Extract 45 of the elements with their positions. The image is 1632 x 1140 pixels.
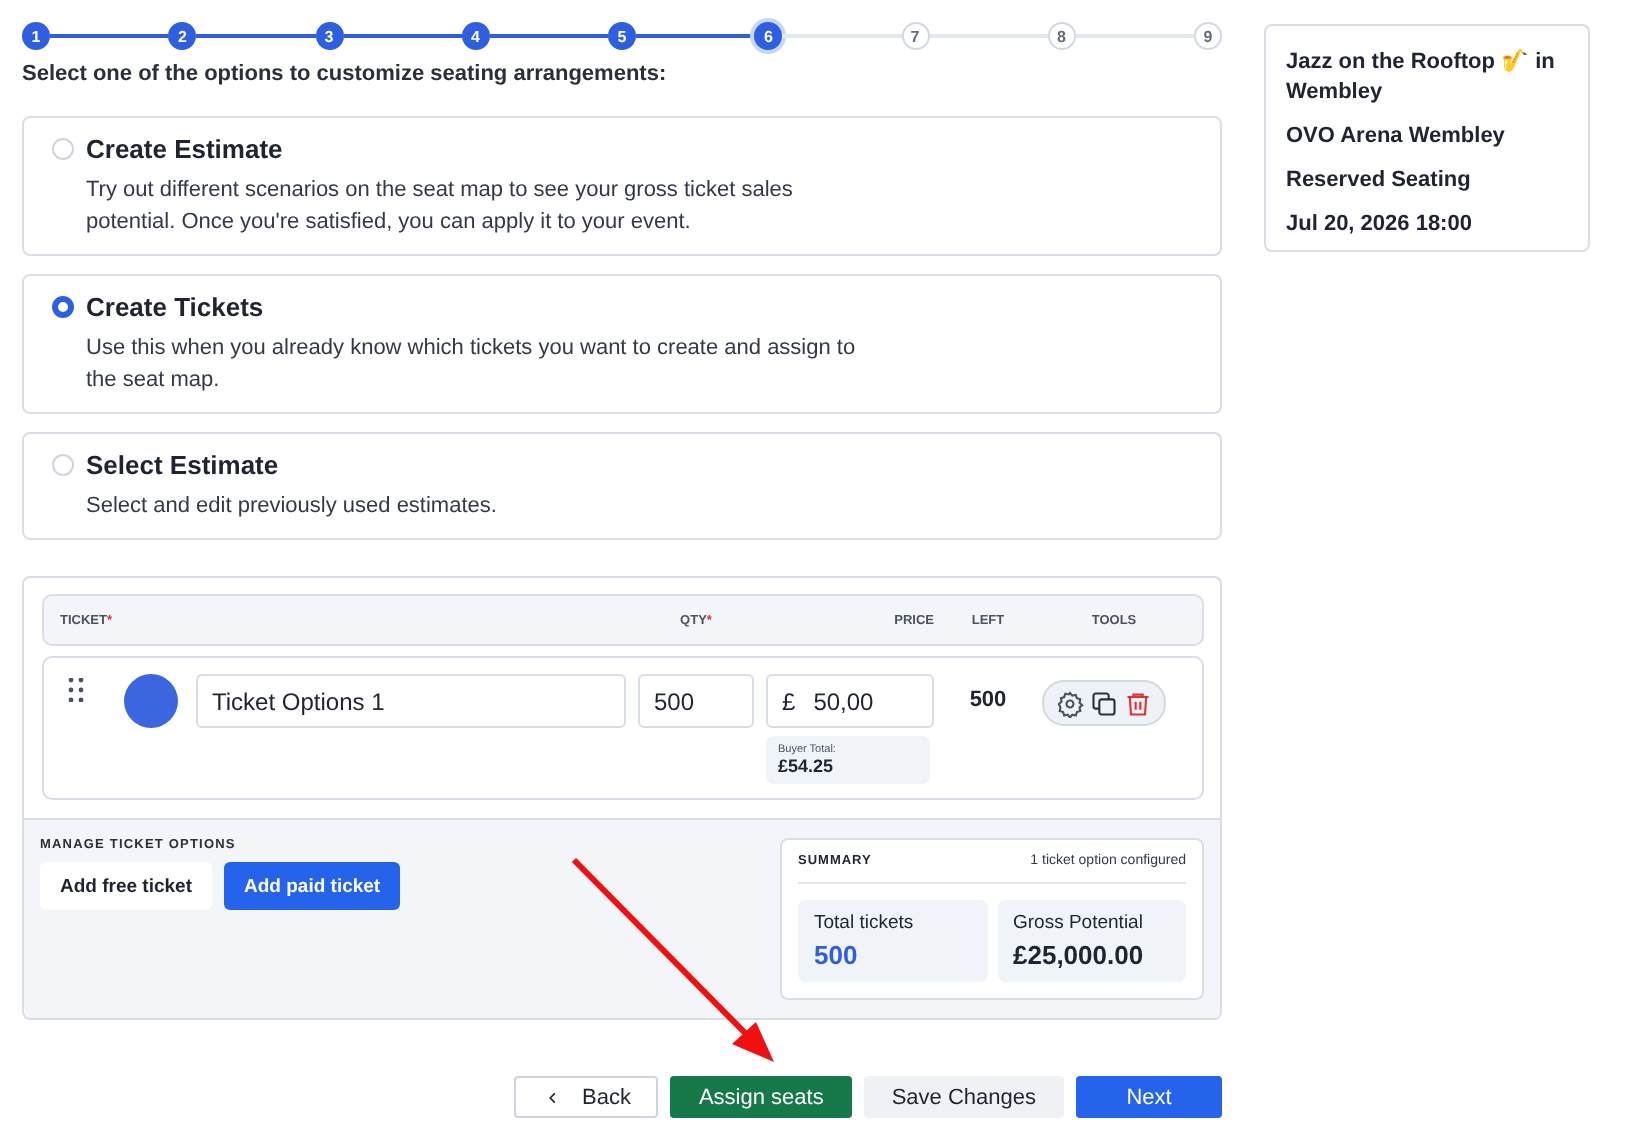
stat-value: £25,000.00 — [1013, 940, 1146, 970]
stat-label: Gross Potential — [1013, 912, 1145, 934]
radio-button[interactable] — [52, 296, 74, 318]
seating-type: Reserved Seating — [1286, 166, 1473, 196]
option-description: Select and edit previously used estimates. — [86, 492, 499, 522]
event-venue: OVO Arena Wembley — [1286, 122, 1507, 152]
option-title: Create Tickets — [86, 292, 266, 322]
option-card[interactable]: Create Tickets Use this when you already know which tickets you want to create and assign to the seat map. — [22, 274, 1222, 414]
option-description: Use this when you already know which tickets you want to create and assign to the seat map. — [86, 334, 856, 396]
step-indicator[interactable]: 2 — [168, 22, 197, 50]
step-indicator[interactable]: 7 — [901, 22, 929, 50]
option-title: Create Estimate — [86, 134, 285, 164]
step-indicator[interactable]: 9 — [1194, 22, 1222, 50]
tickets-left: 500 — [967, 686, 1009, 716]
ticket-name-field[interactable]: Ticket Options 1 — [196, 674, 626, 728]
step-indicator[interactable]: 6 — [754, 22, 783, 50]
assign-seats-button[interactable]: Assign seats — [670, 1076, 852, 1118]
quantity-field[interactable]: 500 — [638, 674, 754, 728]
trash-icon[interactable] — [1124, 689, 1152, 717]
option-title: Select Estimate — [86, 450, 281, 480]
event-date: Jul 20, 2026 18:00 — [1286, 210, 1474, 240]
step-indicator[interactable]: 3 — [315, 22, 343, 50]
step-indicator[interactable]: 5 — [608, 22, 636, 50]
chevron-left-icon — [548, 1087, 558, 1107]
option-card[interactable]: Create Estimate Try out different scenarios on the seat map to see your gross ticket sales potential. Once you're satisfied, you can apply it to your event. — [22, 116, 1222, 256]
price-field[interactable]: £ 50,00 — [766, 674, 934, 728]
add-ticket-button[interactable]: Add paid ticket — [224, 862, 401, 910]
stat-label: Total tickets — [814, 912, 916, 934]
instruction-text: Select one of the options to customize seating arrangements: — [22, 62, 669, 86]
stat-value: 500 — [814, 940, 860, 970]
step-indicator[interactable]: 4 — [461, 22, 490, 50]
color-dot[interactable] — [124, 674, 178, 728]
buyer-total-value: £54.25 — [778, 756, 836, 776]
event-title: Jazz on the Rooftop 🎷 in Wembley — [1286, 48, 1557, 108]
save-button[interactable]: Save Changes — [863, 1076, 1064, 1118]
step-indicator[interactable]: 1 — [22, 22, 50, 50]
next-button[interactable]: Next — [1076, 1076, 1222, 1118]
step-indicator[interactable]: 8 — [1047, 22, 1076, 50]
copy-icon[interactable] — [1090, 689, 1118, 717]
add-ticket-button[interactable]: Add free ticket — [40, 862, 212, 910]
option-card[interactable]: Select Estimate Select and edit previously used estimates. — [22, 432, 1222, 540]
back-button[interactable]: Back — [514, 1076, 659, 1118]
drag-handle-icon[interactable] — [68, 678, 84, 702]
settings-icon[interactable] — [1056, 689, 1084, 717]
option-description: Try out different scenarios on the seat map to see your gross ticket sales potential. Once you're satisfied, you can apply it to your event. — [86, 176, 795, 238]
